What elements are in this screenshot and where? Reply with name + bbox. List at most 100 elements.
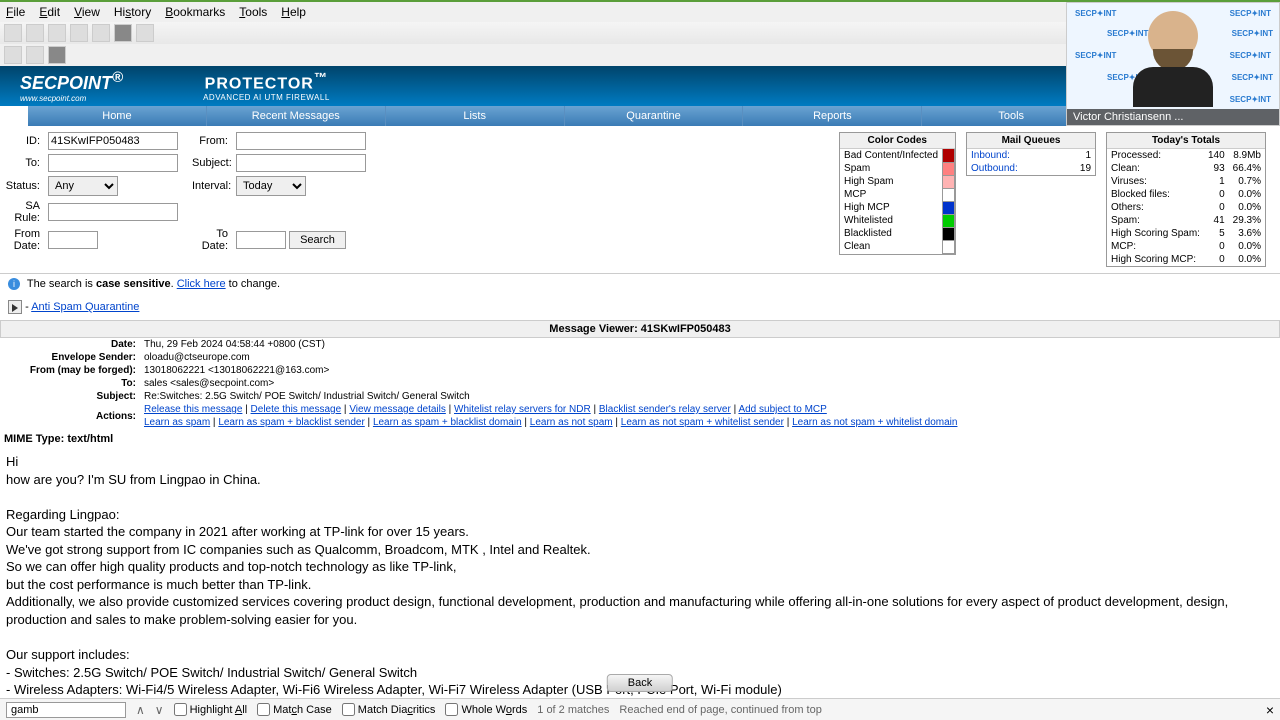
find-close-icon[interactable]: × xyxy=(1266,702,1274,718)
color-code-swatch xyxy=(943,149,955,163)
find-status: 1 of 2 matches xyxy=(537,704,609,716)
color-codes-box: Color Codes Bad Content/InfectedSpamHigh… xyxy=(839,132,956,255)
color-code-label: High Spam xyxy=(840,175,942,188)
breadcrumb: - Anti Spam Quarantine xyxy=(0,294,1280,320)
action-link[interactable]: Whitelist relay servers for NDR xyxy=(454,404,591,415)
color-code-label: Whitelisted xyxy=(840,214,942,227)
nav-home[interactable]: Home xyxy=(28,106,207,126)
nav-reports[interactable]: Reports xyxy=(743,106,922,126)
total-v1: 0 xyxy=(1204,253,1229,266)
back-button[interactable]: Back xyxy=(607,674,673,692)
nav-lists[interactable]: Lists xyxy=(386,106,565,126)
to-input[interactable] xyxy=(48,154,178,172)
color-code-label: Bad Content/Infected xyxy=(840,149,942,163)
total-label: High Scoring MCP: xyxy=(1107,253,1204,266)
message-viewer-title: Message Viewer: 41SKwIFP050483 xyxy=(0,320,1280,338)
total-v2: 0.0% xyxy=(1229,253,1265,266)
action-link[interactable]: Learn as not spam xyxy=(530,417,613,428)
label-from: From: xyxy=(192,135,232,147)
total-label: Clean: xyxy=(1107,162,1204,175)
action-link[interactable]: Add subject to MCP xyxy=(738,404,826,415)
breadcrumb-link[interactable]: Anti Spam Quarantine xyxy=(31,301,139,313)
action-link[interactable]: Release this message xyxy=(144,404,242,415)
menu-edit[interactable]: Edit xyxy=(39,5,60,19)
total-v1: 0 xyxy=(1204,240,1229,253)
mq-value: 1 xyxy=(1062,149,1095,163)
total-label: Processed: xyxy=(1107,149,1204,163)
todays-totals-box: Today's Totals Processed:1408.9MbClean:9… xyxy=(1106,132,1266,267)
home-icon[interactable] xyxy=(0,106,28,126)
interval-select[interactable]: Today xyxy=(236,176,306,196)
find-bar: ∧ ∨ Highlight All Match Case Match Diacr… xyxy=(0,698,1280,720)
label-id: ID: xyxy=(4,135,44,147)
nav-recent[interactable]: Recent Messages xyxy=(207,106,386,126)
color-code-label: Blacklisted xyxy=(840,227,942,240)
message-body: Hihow are you? I'm SU from Lingpao in Ch… xyxy=(0,449,1280,703)
find-whole[interactable]: Whole Words xyxy=(445,703,527,716)
label-to: To: xyxy=(4,157,44,169)
message-viewer-table: Date:Thu, 29 Feb 2024 04:58:44 +0800 (CS… xyxy=(0,338,1280,429)
todate-input[interactable] xyxy=(236,231,286,249)
menu-file[interactable]: File xyxy=(6,5,25,19)
menu-history[interactable]: History xyxy=(114,5,151,19)
color-code-swatch xyxy=(943,188,955,201)
search-button[interactable]: Search xyxy=(289,231,346,249)
label-subject: Subject: xyxy=(192,157,232,169)
play-icon[interactable] xyxy=(8,300,22,314)
find-matchcase[interactable]: Match Case xyxy=(257,703,332,716)
total-v2: 3.6% xyxy=(1229,227,1265,240)
find-prev-icon[interactable]: ∧ xyxy=(136,703,145,717)
total-v2: 29.3% xyxy=(1229,214,1265,227)
color-code-swatch xyxy=(943,214,955,227)
total-label: Others: xyxy=(1107,201,1204,214)
id-input[interactable] xyxy=(48,132,178,150)
total-v2: 0.7% xyxy=(1229,175,1265,188)
action-link[interactable]: Learn as spam + blacklist sender xyxy=(218,417,364,428)
info-icon: i xyxy=(8,278,20,290)
action-link[interactable]: Blacklist sender's relay server xyxy=(599,404,731,415)
find-input[interactable] xyxy=(6,702,126,718)
action-link[interactable]: Learn as spam + blacklist domain xyxy=(373,417,522,428)
color-code-swatch xyxy=(943,162,955,175)
find-wrap-message: Reached end of page, continued from top xyxy=(619,704,821,716)
mime-type: MIME Type: text/html xyxy=(0,429,1280,449)
menu-tools[interactable]: Tools xyxy=(239,5,267,19)
status-select[interactable]: Any xyxy=(48,176,118,196)
find-highlight[interactable]: Highlight All xyxy=(174,703,248,716)
find-diacritics[interactable]: Match Diacritics xyxy=(342,703,436,716)
total-v2: 0.0% xyxy=(1229,240,1265,253)
action-link[interactable]: View message details xyxy=(349,404,446,415)
color-code-swatch xyxy=(943,240,955,253)
action-link[interactable]: Learn as spam xyxy=(144,417,210,428)
from-input[interactable] xyxy=(236,132,366,150)
menu-bookmarks[interactable]: Bookmarks xyxy=(165,5,225,19)
action-link[interactable]: Learn as not spam + whitelist domain xyxy=(792,417,957,428)
total-v1: 140 xyxy=(1204,149,1229,163)
find-next-icon[interactable]: ∨ xyxy=(155,703,164,717)
total-v2: 0.0% xyxy=(1229,188,1265,201)
color-code-label: Clean xyxy=(840,240,942,253)
hint-link[interactable]: Click here xyxy=(177,278,226,290)
webcam-name: Victor Christiansenn ... xyxy=(1067,109,1279,125)
menu-help[interactable]: Help xyxy=(281,5,306,19)
action-link[interactable]: Learn as not spam + whitelist sender xyxy=(621,417,784,428)
label-fromdate: From Date: xyxy=(4,228,44,252)
webcam-overlay: SECP✦INT SECP✦INT SECP✦INT SECP✦INT SECP… xyxy=(1066,2,1280,126)
logo: SECPOINT® www.secpoint.com xyxy=(20,69,123,103)
total-label: Spam: xyxy=(1107,214,1204,227)
total-label: Viruses: xyxy=(1107,175,1204,188)
color-code-label: High MCP xyxy=(840,201,942,214)
total-v1: 1 xyxy=(1204,175,1229,188)
fromdate-input[interactable] xyxy=(48,231,98,249)
total-label: MCP: xyxy=(1107,240,1204,253)
sarule-input[interactable] xyxy=(48,203,178,221)
total-v2: 8.9Mb xyxy=(1229,149,1265,163)
search-form: ID: From: To: Subject: Status: Any Inter… xyxy=(4,132,376,252)
menu-view[interactable]: View xyxy=(74,5,100,19)
action-link[interactable]: Delete this message xyxy=(251,404,342,415)
color-code-label: Spam xyxy=(840,162,942,175)
color-code-swatch xyxy=(943,201,955,214)
subject-input[interactable] xyxy=(236,154,366,172)
color-code-label: MCP xyxy=(840,188,942,201)
nav-quarantine[interactable]: Quarantine xyxy=(565,106,744,126)
